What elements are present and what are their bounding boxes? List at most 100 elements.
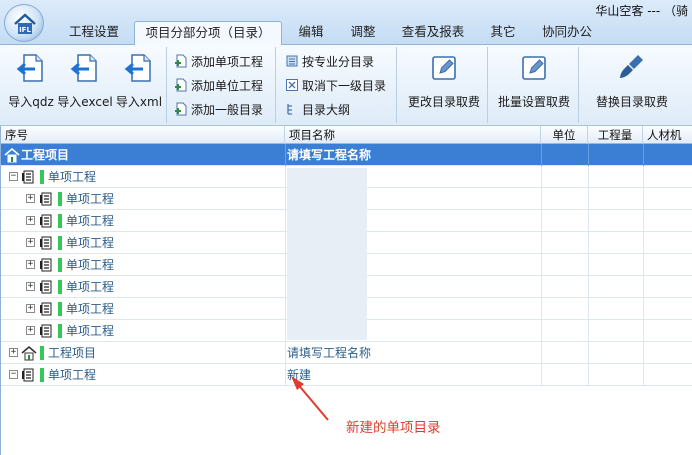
by-major-button[interactable]: 按专业分目录 (285, 52, 374, 72)
document-icon (40, 324, 52, 338)
column-divider (541, 254, 542, 276)
status-bar-icon (40, 346, 44, 360)
column-divider (541, 188, 542, 210)
document-icon (40, 280, 52, 294)
import-qdz-label: 导入qdz (8, 95, 54, 109)
tab-collaboration[interactable]: 协同办公 (532, 21, 602, 44)
tree-expander-icon[interactable]: + (9, 348, 18, 357)
column-divider (643, 364, 644, 386)
column-header-qty[interactable]: 工程量 (588, 126, 643, 144)
logo-text: IFL (19, 26, 31, 34)
annotation-label: 新建的单项目录 (346, 420, 441, 436)
column-header-labor[interactable]: 人材机 (643, 126, 692, 144)
tab-view-reports[interactable]: 查看及报表 (392, 21, 474, 44)
by-major-label: 按专业分目录 (302, 55, 375, 69)
column-divider (541, 320, 542, 342)
column-divider (541, 298, 542, 320)
outline-button[interactable]: 目录大纲 (285, 100, 350, 120)
tab-adjust[interactable]: 调整 (340, 21, 386, 44)
tab-edit[interactable]: 编辑 (288, 21, 334, 44)
tree-item-label[interactable]: 工程项目 (48, 342, 96, 364)
column-divider (541, 342, 542, 364)
batch-set-fee-button[interactable]: 批量设置取费 (493, 50, 575, 122)
column-divider (588, 320, 589, 342)
status-bar-icon (40, 368, 44, 382)
outline-icon (287, 104, 292, 115)
tree-expander-icon[interactable]: + (26, 282, 35, 291)
batch-set-fee-label: 批量设置取费 (497, 95, 570, 109)
replace-fee-group: 替换目录取费 (580, 47, 692, 123)
tree-expander-icon[interactable]: + (26, 194, 35, 203)
add-unit-project-button[interactable]: 添加单位工程 (174, 76, 263, 96)
replace-directory-fee-button[interactable]: 替换目录取费 (592, 50, 672, 122)
tree-expander-icon[interactable]: + (26, 260, 35, 269)
column-divider (541, 210, 542, 232)
tree-item-label[interactable]: 单项工程 (66, 210, 114, 232)
tree-item-label[interactable]: 单项工程 (66, 320, 114, 342)
tree-item-label[interactable]: 工程项目 (21, 144, 69, 166)
document-icon (40, 214, 52, 228)
tree-item-label[interactable]: 单项工程 (66, 188, 114, 210)
column-divider (541, 232, 542, 254)
status-bar-icon (58, 236, 62, 250)
project-name-cell[interactable]: 新建 (287, 364, 311, 386)
status-bar-icon (40, 170, 44, 184)
column-divider (541, 166, 542, 188)
column-divider (285, 188, 286, 210)
column-divider (643, 254, 644, 276)
column-divider (285, 254, 286, 276)
import-xml-button[interactable]: 导入xml (114, 50, 164, 122)
app-logo[interactable]: IFL (4, 4, 44, 42)
app-window: IFL 华山空客 --- （骑 工程设置 项目分部分项（目录） 编辑 调整 查看… (0, 0, 692, 455)
table-row[interactable]: + 工程项目 请填写工程名称 (1, 342, 692, 364)
tab-project-division[interactable]: 项目分部分项（目录） (134, 21, 282, 45)
tree-expander-icon[interactable]: − (9, 172, 18, 181)
import-excel-button[interactable]: 导入excel (57, 50, 113, 122)
tree-item-label[interactable]: 单项工程 (48, 364, 96, 386)
cancel-next-level-label: 取消下一级目录 (302, 79, 387, 93)
tree-expander-icon[interactable]: + (26, 304, 35, 313)
import-excel-label: 导入excel (57, 95, 113, 109)
status-bar-icon (58, 280, 62, 294)
table-row[interactable]: − 单项工程 新建 (1, 364, 692, 386)
tree-expander-icon[interactable]: + (26, 216, 35, 225)
import-group: 导入qdz 导入excel 导入xml (0, 47, 167, 123)
column-header-unit[interactable]: 单位 (541, 126, 588, 144)
document-icon (40, 236, 52, 250)
tree-expander-icon[interactable]: + (26, 326, 35, 335)
cancel-next-level-button[interactable]: 取消下一级目录 (285, 76, 386, 96)
add-doc-icon (175, 102, 187, 116)
tree-item-label[interactable]: 单项工程 (66, 232, 114, 254)
status-bar-icon (58, 214, 62, 228)
column-divider (588, 276, 589, 298)
table-row[interactable]: 工程项目 请填写工程名称 (1, 144, 692, 166)
tab-other[interactable]: 其它 (480, 21, 526, 44)
tree-expander-icon[interactable]: + (26, 238, 35, 247)
column-header-name[interactable]: 项目名称 (285, 126, 541, 144)
column-divider (285, 342, 286, 364)
add-single-project-button[interactable]: 添加单项工程 (174, 52, 263, 72)
add-general-directory-button[interactable]: 添加一般目录 (174, 100, 263, 120)
ribbon-toolbar: 导入qdz 导入excel 导入xml 添加单项工程 添加单位工程 添加一般目录 (0, 44, 692, 126)
tab-project-settings[interactable]: 工程设置 (56, 21, 132, 44)
change-directory-fee-button[interactable]: 更改目录取费 (404, 50, 484, 122)
add-group: 添加单项工程 添加单位工程 添加一般目录 (168, 47, 276, 123)
column-header-seq[interactable]: 序号 (1, 126, 285, 144)
column-divider (285, 364, 286, 386)
import-qdz-button[interactable]: 导入qdz (6, 50, 56, 122)
add-single-project-label: 添加单项工程 (191, 55, 264, 69)
tree-item-label[interactable]: 单项工程 (66, 254, 114, 276)
tree-item-label[interactable]: 单项工程 (66, 276, 114, 298)
house-icon (4, 147, 20, 163)
project-name-cell[interactable]: 请填写工程名称 (287, 144, 371, 166)
edit-icon (432, 56, 456, 80)
title-bar: IFL 华山空客 --- （骑 工程设置 项目分部分项（目录） 编辑 调整 查看… (0, 0, 692, 45)
project-name-cell[interactable]: 请填写工程名称 (287, 342, 371, 364)
add-doc-icon (175, 78, 187, 92)
document-icon (22, 170, 34, 184)
tree-item-label[interactable]: 单项工程 (66, 298, 114, 320)
column-divider (588, 342, 589, 364)
edit-icon (522, 56, 546, 80)
tree-expander-icon[interactable]: − (9, 370, 18, 379)
tree-item-label[interactable]: 单项工程 (48, 166, 96, 188)
